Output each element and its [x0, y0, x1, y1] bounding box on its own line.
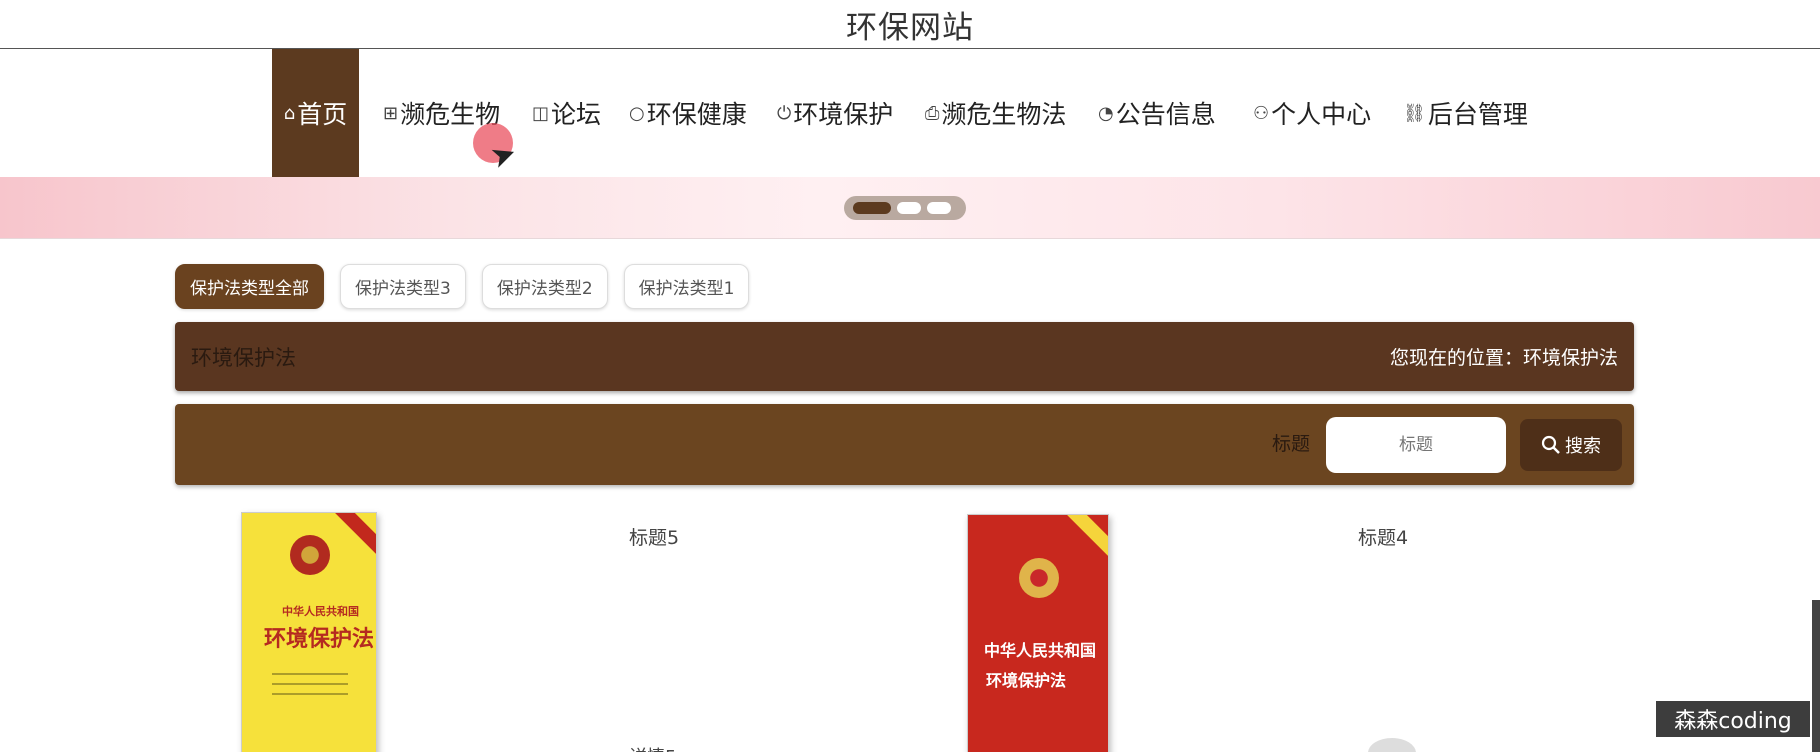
section-title: 环境保护法	[191, 345, 296, 370]
watermark: 森森coding	[1656, 701, 1810, 737]
nav-item-label: 濒危生物法	[941, 100, 1067, 129]
search-icon	[1541, 435, 1560, 454]
page: 环保网站 ⌂ 首页 ⊞ 濒危生物 ◫ 论坛 ○ 环保健康 ⏻ 环境保护 ⎙ 濒危…	[0, 0, 1820, 752]
search-button[interactable]: 搜索	[1520, 419, 1622, 471]
nav-item-notices[interactable]: ◔ 公告信息	[1098, 49, 1216, 177]
filter-type-1[interactable]: 保护法类型1	[623, 264, 750, 309]
card-title[interactable]: 标题4	[1358, 523, 1408, 550]
site-header: 环保网站	[0, 0, 1820, 49]
search-button-label: 搜索	[1565, 436, 1601, 457]
circle-icon: ○	[629, 102, 645, 124]
gauge-icon: ◔	[1098, 102, 1114, 124]
search-input[interactable]	[1326, 417, 1506, 473]
link-icon: ⛓	[1403, 102, 1426, 124]
nav-item-label: 公告信息	[1115, 100, 1216, 129]
nav-item-endangered-law[interactable]: ⎙ 濒危生物法	[925, 49, 1066, 177]
breadcrumb-bar: 环境保护法 您现在的位置：环境保护法	[175, 322, 1634, 391]
site-title: 环保网站	[846, 9, 974, 46]
power-icon: ⏻	[777, 102, 792, 124]
user-icon: ⚇	[1253, 102, 1270, 124]
national-emblem-icon	[290, 535, 330, 575]
nav-item-label: 论坛	[551, 100, 602, 129]
nav-item-health[interactable]: ○ 环保健康	[629, 49, 747, 177]
carousel-dot[interactable]	[927, 202, 951, 214]
nav-item-forum[interactable]: ◫ 论坛	[532, 49, 601, 177]
main-nav: ⌂ 首页 ⊞ 濒危生物 ◫ 论坛 ○ 环保健康 ⏻ 环境保护 ⎙ 濒危生物法 ◔…	[0, 49, 1820, 177]
nav-item-environment[interactable]: ⏻ 环境保护	[777, 49, 893, 177]
national-emblem-icon	[1019, 558, 1059, 598]
printer-icon: ⎙	[925, 102, 940, 124]
nav-item-label: 首页	[297, 100, 348, 129]
cover-subtitle: 中华人民共和国	[984, 641, 1097, 660]
nav-item-home[interactable]: ⌂ 首页	[272, 49, 359, 177]
nav-item-admin[interactable]: ⛓ 后台管理	[1403, 49, 1528, 177]
cover-title: 环境保护法	[264, 626, 375, 652]
home-icon: ⌂	[283, 102, 296, 124]
image-placeholder	[1368, 738, 1416, 752]
nav-item-label: 环境保护	[793, 100, 894, 129]
card-detail: 详情5	[629, 743, 676, 752]
nav-item-label: 个人中心	[1271, 100, 1372, 129]
search-label: 标题	[1272, 433, 1311, 455]
law-book-cover[interactable]: 中华人民共和国 环境保护法	[967, 514, 1109, 752]
card-title[interactable]: 标题5	[629, 523, 679, 550]
carousel-dot[interactable]	[897, 202, 921, 214]
carousel-indicators	[844, 196, 966, 220]
cover-subtitle: 中华人民共和国	[282, 605, 359, 618]
cover-title: 环境保护法	[986, 671, 1067, 690]
filter-all[interactable]: 保护法类型全部	[175, 264, 324, 309]
law-book-cover[interactable]: 中华人民共和国 环境保护法	[241, 512, 377, 752]
nav-item-label: 后台管理	[1427, 100, 1528, 129]
carousel-dot[interactable]	[853, 202, 891, 214]
apps-icon: ⊞	[383, 102, 399, 124]
forum-icon: ◫	[532, 102, 550, 124]
filter-type-2[interactable]: 保护法类型2	[481, 264, 608, 309]
nav-item-profile[interactable]: ⚇ 个人中心	[1253, 49, 1371, 177]
search-bar: 标题 搜索	[175, 404, 1634, 485]
breadcrumb: 您现在的位置：环境保护法	[1389, 347, 1618, 369]
filter-type-3[interactable]: 保护法类型3	[340, 264, 466, 309]
law-type-filters: 保护法类型全部 保护法类型3 保护法类型2 保护法类型1	[175, 264, 750, 309]
nav-item-label: 环保健康	[646, 100, 747, 129]
